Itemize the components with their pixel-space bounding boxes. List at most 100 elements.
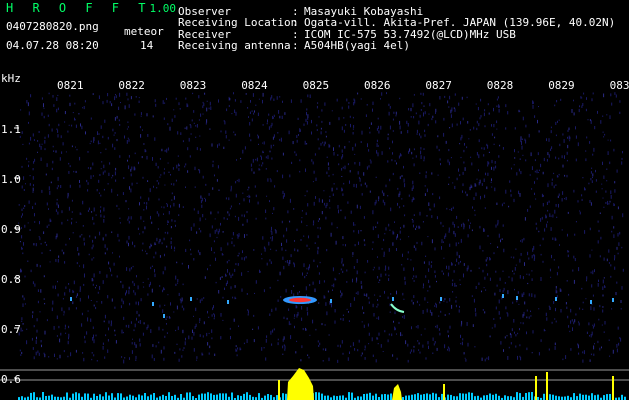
noise-dot [161,242,163,245]
noise-dot [546,159,548,162]
x-tick-label: 0824 [241,79,268,92]
noise-dot [298,134,299,136]
noise-dot [614,255,616,259]
noise-dot [268,126,270,130]
noise-dot [318,147,320,150]
noise-dot [237,235,239,239]
noise-dot [610,93,612,97]
noise-dot [394,160,396,162]
noise-dot [535,222,537,225]
noise-dot [52,285,54,289]
noise-dot [215,281,217,284]
noise-dot [88,253,90,256]
noise-dot [146,205,147,210]
noise-dot [413,116,415,119]
noise-dot [342,166,344,169]
noise-dot [265,338,267,343]
noise-dot [330,232,332,237]
noise-dot [566,280,568,282]
noise-dot [413,245,415,248]
noise-dot [424,193,426,196]
noise-dot [498,233,500,238]
noise-dot [396,162,397,165]
noise-dot [590,171,592,174]
noise-dot [326,311,328,316]
noise-dot [352,255,354,257]
spectrogram [0,92,629,400]
noise-dot [202,335,204,338]
spectrum-floor-bar [165,396,167,400]
noise-dot [446,207,448,210]
noise-dot [460,334,461,338]
noise-dot [354,143,356,147]
noise-dot [265,156,267,159]
noise-dot [474,346,476,348]
noise-dot [592,92,594,95]
noise-dot [92,337,94,341]
noise-dot [459,279,461,281]
noise-dot [423,148,425,150]
noise-dot [284,349,286,351]
noise-dot [165,318,167,320]
noise-dot [441,239,443,244]
noise-dot [166,323,167,325]
noise-dot [238,325,239,327]
noise-dot [413,163,415,167]
noise-dot [164,253,165,257]
noise-dot [515,345,517,348]
noise-dot [586,331,588,334]
noise-dot [437,174,439,176]
noise-dot [266,195,268,197]
noise-dot [520,136,522,141]
noise-dot [318,272,320,275]
spectrum-floor-bar [357,396,359,400]
noise-dot [369,127,370,129]
noise-dot [423,112,424,117]
noise-dot [472,324,474,327]
noise-dot [207,268,208,271]
noise-dot [97,140,99,145]
noise-dot [341,106,343,110]
noise-dot [551,178,553,181]
spectrum-floor-bar [453,396,455,400]
spectrum-floor-bar [519,393,521,400]
noise-dot [531,270,533,272]
noise-dot [471,229,473,232]
noise-dot [306,267,308,270]
noise-dot [61,151,63,154]
noise-dot [562,164,564,168]
noise-dot [157,228,159,230]
noise-dot [283,193,285,197]
noise-dot [580,96,582,99]
noise-dot [392,354,394,357]
noise-dot [514,149,515,153]
noise-dot [34,158,36,162]
noise-dot [27,260,29,262]
noise-dot [568,325,570,328]
noise-dot [61,210,63,214]
noise-dot [467,342,469,347]
noise-dot [466,267,468,272]
noise-dot [376,306,378,308]
noise-dot [270,248,272,250]
noise-dot [104,119,106,123]
noise-dot [530,152,532,157]
noise-dot [305,286,307,291]
noise-dot [19,135,21,138]
noise-dot [383,251,385,256]
noise-dot [297,117,299,120]
noise-dot [430,209,432,211]
noise-dot [227,211,229,214]
noise-dot [431,118,433,121]
noise-dot [510,189,512,193]
spectrum-floor-bar [78,393,80,400]
noise-dot [40,146,42,150]
noise-dot [312,281,314,285]
noise-dot [159,158,161,160]
noise-dot [365,114,367,117]
noise-dot [122,192,124,195]
noise-dot [60,135,62,139]
noise-dot [461,96,463,100]
noise-dot [311,131,312,135]
noise-dot [604,321,606,325]
